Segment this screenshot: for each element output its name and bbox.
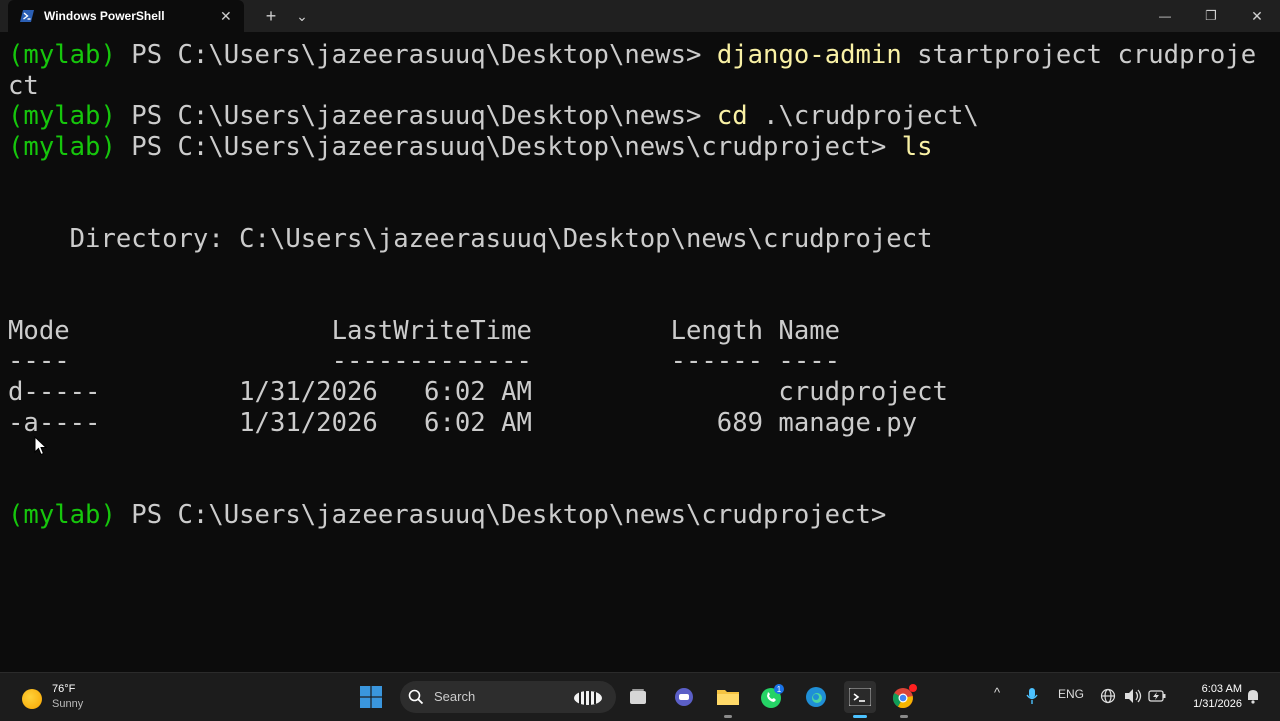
prompt-text: PS C:\Users\jazeerasuuq\Desktop\news\cru… — [115, 500, 887, 530]
command-text: ls — [901, 132, 933, 162]
command-args: startproject crudproje — [901, 40, 1257, 70]
env-name: (mylab) — [8, 132, 116, 162]
edge-button[interactable] — [800, 681, 832, 713]
chrome-button[interactable] — [888, 681, 920, 713]
env-name: (mylab) — [8, 101, 116, 131]
tab-dropdown-button[interactable]: ⌄ — [292, 0, 312, 32]
chrome-icon — [892, 684, 917, 708]
volume-icon[interactable] — [1124, 688, 1142, 704]
close-button[interactable]: ✕ — [1234, 0, 1280, 32]
terminal-line: (mylab) PS C:\Users\jazeerasuuq\Desktop\… — [8, 132, 933, 162]
notification-bell-icon[interactable] — [1246, 688, 1260, 704]
terminal-line: (mylab) PS C:\Users\jazeerasuuq\Desktop\… — [8, 500, 886, 530]
directory-header: Directory: C:\Users\jazeerasuuq\Desktop\… — [8, 224, 933, 254]
network-globe-icon[interactable] — [1100, 688, 1116, 704]
env-name: (mylab) — [8, 500, 116, 530]
table-separator: ---- ------------- ------ ---- — [8, 346, 841, 376]
start-button[interactable] — [355, 681, 387, 713]
task-view-icon — [630, 689, 646, 704]
terminal-line: (mylab) PS C:\Users\jazeerasuuq\Desktop\… — [8, 101, 979, 131]
taskbar: 76°F Sunny Search 1 ^ ENG 6:03 AM 1/31/2… — [0, 672, 1280, 721]
search-box[interactable]: Search — [400, 681, 616, 713]
sun-icon — [22, 689, 42, 709]
microphone-icon[interactable] — [1026, 687, 1038, 705]
chat-icon — [675, 688, 693, 706]
task-view-button[interactable] — [622, 681, 654, 713]
running-indicator — [724, 715, 732, 718]
windows-logo-icon — [360, 686, 382, 708]
title-bar: Windows PowerShell ✕ + ⌄ — ❐ ✕ — [0, 0, 1280, 32]
whatsapp-badge: 1 — [777, 685, 782, 694]
tray-overflow-chevron[interactable]: ^ — [994, 685, 1000, 700]
weather-temp: 76°F — [52, 683, 76, 695]
edge-icon — [806, 687, 826, 707]
battery-charging-icon[interactable] — [1148, 689, 1166, 703]
minimize-button[interactable]: — — [1142, 0, 1188, 32]
terminal-icon — [849, 688, 871, 706]
active-indicator — [853, 715, 867, 718]
command-text: cd — [716, 101, 748, 131]
whatsapp-icon: 1 — [761, 684, 784, 708]
folder-icon — [717, 690, 739, 705]
maximize-button[interactable]: ❐ — [1188, 0, 1234, 32]
prompt-text: PS C:\Users\jazeerasuuq\Desktop\news\cru… — [115, 132, 902, 162]
tab-windows-powershell[interactable]: Windows PowerShell ✕ — [8, 0, 244, 32]
prompt-text: PS C:\Users\jazeerasuuq\Desktop\news> — [115, 40, 717, 70]
teams-chat-button[interactable] — [668, 681, 700, 713]
terminal-output[interactable]: (mylab) PS C:\Users\jazeerasuuq\Desktop\… — [8, 40, 1272, 670]
clock[interactable]: 6:03 AM 1/31/2026 — [1178, 682, 1242, 712]
language-indicator[interactable]: ENG — [1058, 687, 1084, 701]
prompt-text: PS C:\Users\jazeerasuuq\Desktop\news> — [115, 101, 717, 131]
running-indicator — [900, 715, 908, 718]
table-header: Mode LastWriteTime Length Name — [8, 316, 841, 346]
env-name: (mylab) — [8, 40, 116, 70]
clock-date: 1/31/2026 — [1193, 698, 1242, 710]
terminal-line: ct — [8, 71, 39, 101]
file-explorer-button[interactable] — [712, 681, 744, 713]
terminal-line: (mylab) PS C:\Users\jazeerasuuq\Desktop\… — [8, 40, 1256, 70]
terminal-taskbar-button[interactable] — [844, 681, 876, 713]
tab-close-icon[interactable]: ✕ — [220, 8, 232, 24]
weather-condition: Sunny — [52, 698, 84, 710]
zebra-icon — [574, 691, 602, 705]
table-row: d----- 1/31/2026 6:02 AM crudproject — [8, 377, 948, 407]
command-text: django-admin — [716, 40, 902, 70]
whatsapp-button[interactable]: 1 — [756, 681, 788, 713]
table-row: -a---- 1/31/2026 6:02 AM 689 manage.py — [8, 408, 918, 438]
search-label: Search — [434, 689, 476, 704]
command-args: .\crudproject\ — [747, 101, 979, 131]
search-icon — [408, 689, 424, 705]
clock-time: 6:03 AM — [1201, 683, 1242, 695]
powershell-icon — [20, 10, 34, 22]
tab-title: Windows PowerShell — [44, 9, 165, 23]
new-tab-button[interactable]: + — [260, 0, 282, 32]
mouse-pointer-icon — [34, 436, 48, 456]
